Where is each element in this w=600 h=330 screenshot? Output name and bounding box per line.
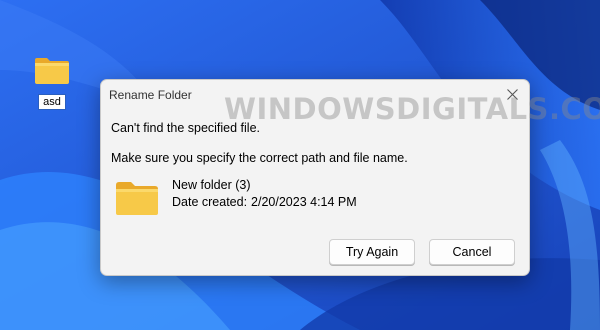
folder-icon	[35, 58, 69, 84]
folder-icon	[116, 182, 158, 215]
rename-folder-dialog: Rename Folder Can't find the specified f…	[100, 79, 530, 276]
desktop-folder-rename-field[interactable]: asd	[38, 94, 66, 110]
dialog-title: Rename Folder	[109, 88, 192, 102]
cancel-button[interactable]: Cancel	[429, 239, 515, 265]
hint-message: Make sure you specify the correct path a…	[111, 151, 408, 165]
close-button[interactable]	[501, 84, 523, 104]
try-again-button[interactable]: Try Again	[329, 239, 415, 265]
desktop-folder-item[interactable]: asd	[26, 56, 78, 116]
date-label: Date created:	[172, 195, 248, 209]
date-value: 2/20/2023 4:14 PM	[251, 195, 357, 209]
error-message: Can't find the specified file.	[111, 121, 260, 135]
file-date-created: Date created: 2/20/2023 4:14 PM	[172, 195, 357, 209]
close-icon	[506, 88, 518, 100]
file-name: New folder (3)	[172, 178, 251, 192]
